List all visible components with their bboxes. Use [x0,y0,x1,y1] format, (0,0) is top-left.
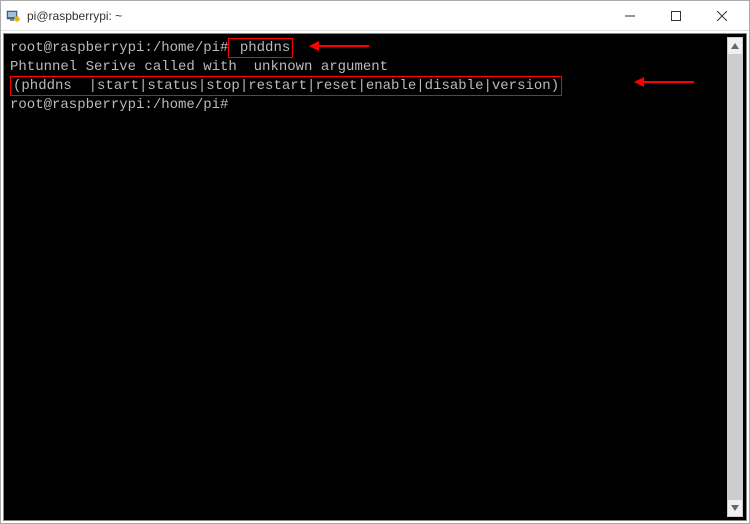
annotation-arrow-1 [309,41,369,51]
terminal-line: Phtunnel Serive called with unknown argu… [10,58,740,76]
terminal-line: (phddns |start|status|stop|restart|reset… [10,76,740,96]
minimize-button[interactable] [607,1,653,31]
command-highlight: phddns [228,38,293,58]
putty-icon [5,8,21,24]
terminal-area[interactable]: root@raspberrypi:/home/pi# phddns Phtunn… [3,33,747,521]
maximize-button[interactable] [653,1,699,31]
arrow-line [644,81,694,83]
scroll-down-button[interactable] [728,500,742,516]
arrow-head-icon [634,77,644,87]
arrow-head-icon [309,41,319,51]
prompt-text: root@raspberrypi:/home/pi# [10,97,228,113]
usage-highlight: (phddns |start|status|stop|restart|reset… [10,76,562,96]
window-title: pi@raspberrypi: ~ [27,9,607,23]
window-controls [607,1,745,30]
application-window: pi@raspberrypi: ~ root@raspberrypi:/home… [0,0,750,524]
terminal-line: root@raspberrypi:/home/pi# [10,96,740,114]
annotation-arrow-2 [634,77,694,87]
terminal-line: root@raspberrypi:/home/pi# phddns [10,38,740,58]
scrollbar[interactable] [727,37,743,517]
scroll-track[interactable] [728,54,742,500]
titlebar[interactable]: pi@raspberrypi: ~ [1,1,749,31]
close-button[interactable] [699,1,745,31]
scroll-up-button[interactable] [728,38,742,54]
arrow-line [319,45,369,47]
prompt-text: root@raspberrypi:/home/pi# [10,40,228,56]
scroll-thumb[interactable] [728,54,742,500]
